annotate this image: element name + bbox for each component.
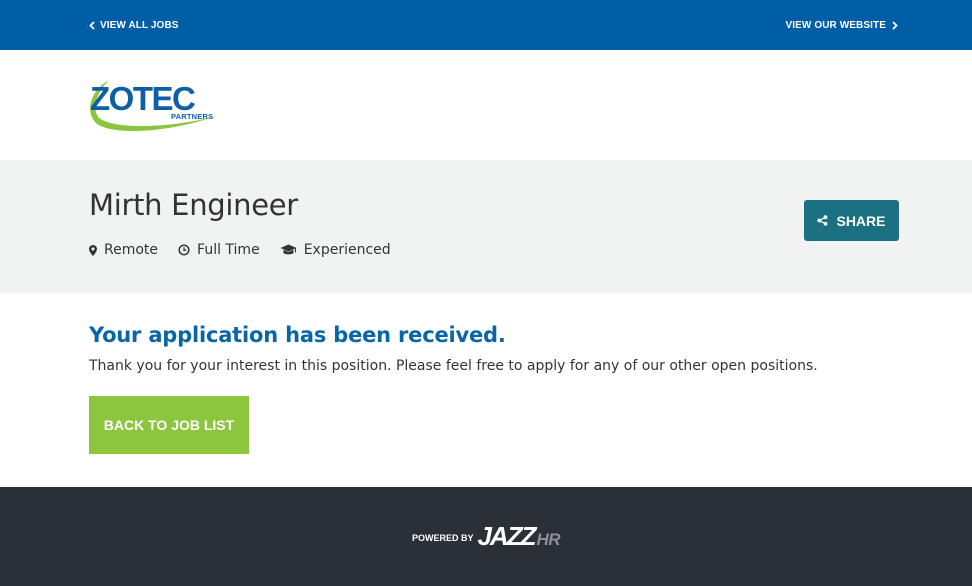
job-location-label: Remote <box>104 242 159 258</box>
hr-wordmark: HR <box>536 530 561 549</box>
share-button[interactable]: SHARE <box>804 200 899 241</box>
confirmation-section: Your application has been received. Than… <box>0 293 972 487</box>
logo-subtitle: PARTNERS <box>171 112 213 121</box>
back-to-job-list-button[interactable]: BACK TO JOB LIST <box>89 396 249 454</box>
job-meta: Remote Full Time Experienced <box>89 242 972 258</box>
view-our-website-link[interactable]: VIEW OUR WEBSITE <box>786 20 899 31</box>
company-logo-area: ZOTEC PARTNERS <box>0 50 972 160</box>
job-location: Remote <box>89 242 158 258</box>
confirmation-heading: Your application has been received. <box>89 323 506 347</box>
confirmation-message: Thank you for your interest in this posi… <box>89 358 818 374</box>
powered-by-label: POWERED BY <box>411 533 474 543</box>
job-header: Mirth Engineer Remote Full Time Experien… <box>0 160 972 293</box>
footer: POWERED BY JAZZ HR <box>0 487 972 586</box>
clock-icon <box>178 244 190 256</box>
view-all-jobs-link[interactable]: VIEW ALL JOBS <box>89 20 179 31</box>
graduation-cap-icon <box>280 244 297 255</box>
chevron-left-icon <box>89 20 95 30</box>
view-all-jobs-label: VIEW ALL JOBS <box>100 19 179 31</box>
chevron-right-icon <box>892 20 898 30</box>
share-icon <box>817 215 828 226</box>
share-label: SHARE <box>836 212 886 229</box>
view-our-website-label: VIEW OUR WEBSITE <box>785 19 886 31</box>
job-type: Full Time <box>178 242 260 258</box>
job-experience-label: Experienced <box>303 242 391 258</box>
map-pin-icon <box>89 244 97 256</box>
powered-by-jazzhr[interactable]: POWERED BY JAZZ HR <box>411 521 561 552</box>
jazzhr-logo: JAZZ HR <box>477 521 560 552</box>
company-logo[interactable]: ZOTEC PARTNERS <box>87 72 222 136</box>
job-experience: Experienced <box>280 242 391 258</box>
top-navigation-bar: VIEW ALL JOBS VIEW OUR WEBSITE <box>0 0 972 50</box>
job-type-label: Full Time <box>197 242 260 258</box>
jazz-wordmark: JAZZ <box>477 521 536 551</box>
